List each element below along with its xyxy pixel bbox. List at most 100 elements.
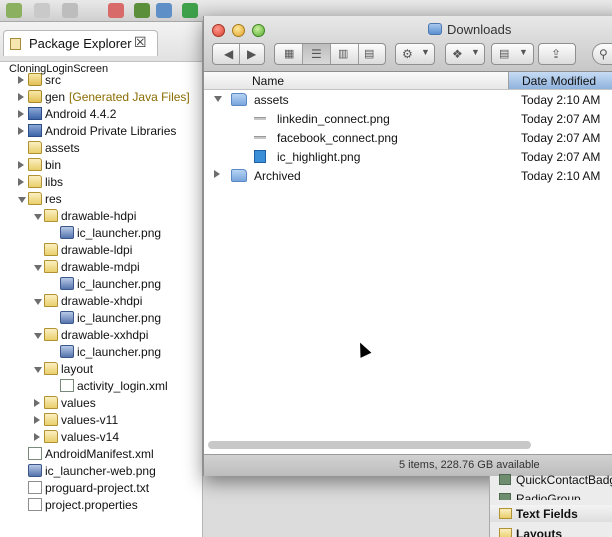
chevron-right-icon[interactable]: [34, 416, 40, 424]
tree-item[interactable]: ic_launcher.png: [0, 225, 203, 242]
tree-item[interactable]: layout: [0, 361, 203, 378]
tree-item[interactable]: ic_launcher.png: [0, 276, 203, 293]
new-icon[interactable]: [6, 3, 22, 18]
tree-item[interactable]: values-v14: [0, 429, 203, 446]
tree-item[interactable]: ic_launcher.png: [0, 344, 203, 361]
tree-item[interactable]: drawable-xxhdpi: [0, 327, 203, 344]
tree-item[interactable]: drawable-ldpi: [0, 242, 203, 259]
minimize-window-icon[interactable]: [232, 24, 245, 37]
tree-item[interactable]: drawable-xhdpi: [0, 293, 203, 310]
tree-item[interactable]: project.properties: [0, 497, 203, 514]
arrange-button[interactable]: ▤ ▼: [491, 43, 534, 65]
chevron-down-icon[interactable]: [18, 197, 26, 203]
horizontal-scrollbar[interactable]: [208, 441, 531, 449]
file-row[interactable]: facebook_connect.png Today 2:07 AM: [204, 128, 612, 147]
tree-item[interactable]: Android 4.4.2: [0, 106, 203, 123]
close-icon[interactable]: ☒: [134, 34, 147, 51]
chevron-down-icon[interactable]: [34, 333, 42, 339]
tree-item[interactable]: drawable-hdpi: [0, 208, 203, 225]
tree-item-label: drawable-mdpi: [61, 260, 140, 274]
zoom-window-icon[interactable]: [252, 24, 265, 37]
tab-package-explorer[interactable]: Package Explorer ☒: [3, 30, 158, 56]
tree-item[interactable]: values: [0, 395, 203, 412]
chevron-down-icon[interactable]: [34, 214, 42, 220]
chevron-right-icon[interactable]: [18, 93, 24, 101]
file-date-modified: Today 2:07 AM: [521, 131, 601, 145]
library-icon: [28, 124, 42, 137]
chevron-right-icon[interactable]: [214, 170, 220, 178]
file-name: assets: [254, 93, 289, 107]
tree-item[interactable]: values-v11: [0, 412, 203, 429]
cover-flow-icon[interactable]: ▤: [364, 47, 374, 60]
tree-item[interactable]: activity_login.xml: [0, 378, 203, 395]
chevron-down-icon[interactable]: [34, 265, 42, 271]
tree-item[interactable]: ic_launcher-web.png: [0, 463, 203, 480]
package-explorer-panel: Package Explorer ☒ CloningLoginScreen sr…: [0, 22, 203, 537]
action-menu-button[interactable]: ⚙ ▼: [395, 43, 435, 65]
tree-item[interactable]: AndroidManifest.xml: [0, 446, 203, 463]
folder-icon: [44, 396, 58, 409]
column-header-date-modified[interactable]: Date Modified: [508, 72, 612, 89]
tree-item-label: ic_launcher.png: [77, 311, 162, 325]
forward-icon[interactable]: ▶: [247, 47, 256, 61]
share-icon[interactable]: ⇪: [551, 47, 561, 61]
column-view-icon[interactable]: ▥: [338, 47, 348, 60]
chevron-right-icon[interactable]: [34, 399, 40, 407]
status-text: 5 items, 228.76 GB available: [399, 459, 540, 471]
tree-item[interactable]: res: [0, 191, 203, 208]
back-icon[interactable]: ◀: [224, 47, 233, 61]
checkbox-icon[interactable]: [182, 3, 198, 18]
file-row[interactable]: linkedin_connect.png Today 2:07 AM: [204, 109, 612, 128]
tree-item[interactable]: assets: [0, 140, 203, 157]
search-field[interactable]: ⚲: [592, 43, 612, 65]
image-file-icon: [60, 311, 74, 324]
arrange-icon[interactable]: ▤: [499, 47, 509, 60]
dropbox-icon[interactable]: ❖: [452, 47, 463, 61]
chevron-right-icon[interactable]: [34, 433, 40, 441]
palette-item-quick-contact-badge[interactable]: QuickContactBadge: [490, 471, 612, 488]
file-row[interactable]: Archived Today 2:10 AM: [204, 166, 612, 185]
tree-item[interactable]: src: [0, 72, 203, 89]
android-sdk-icon[interactable]: [108, 3, 124, 18]
column-header-name[interactable]: Name: [252, 74, 284, 88]
file-row[interactable]: ic_highlight.png Today 2:07 AM: [204, 147, 612, 166]
download-icon[interactable]: [134, 3, 150, 18]
chevron-right-icon[interactable]: [18, 110, 24, 118]
close-window-icon[interactable]: [212, 24, 225, 37]
tree-item[interactable]: libs: [0, 174, 203, 191]
tree-item[interactable]: gen [Generated Java Files]: [0, 89, 203, 106]
tree-item-label: layout: [61, 362, 94, 376]
tree-item[interactable]: proguard-project.txt: [0, 480, 203, 497]
chevron-right-icon[interactable]: [18, 178, 24, 186]
back-forward-buttons[interactable]: ◀ ▶: [212, 43, 265, 65]
package-explorer-icon: [10, 38, 21, 50]
share-button[interactable]: ⇪: [538, 43, 576, 65]
chevron-down-icon[interactable]: [34, 367, 42, 373]
chevron-right-icon[interactable]: [18, 127, 24, 135]
palette-category-text-fields[interactable]: Text Fields: [490, 505, 612, 522]
tree-item[interactable]: ic_launcher.png: [0, 310, 203, 327]
icon-view-icon[interactable]: ▦: [284, 47, 294, 60]
avd-manager-icon[interactable]: [156, 3, 172, 18]
tree-item-label: assets: [45, 141, 80, 155]
file-row[interactable]: assets Today 2:10 AM: [204, 90, 612, 109]
chevron-right-icon[interactable]: [18, 76, 24, 84]
tree-item[interactable]: bin: [0, 157, 203, 174]
save-icon[interactable]: [34, 3, 50, 18]
list-view-icon[interactable]: ☰: [311, 47, 322, 61]
view-mode-buttons[interactable]: ▦ ☰ ▥ ▤: [274, 43, 386, 65]
palette-item-radio-group[interactable]: RadioGroup: [490, 490, 612, 500]
chevron-down-icon[interactable]: [214, 96, 222, 102]
folder-icon: [44, 430, 58, 443]
gear-icon[interactable]: ⚙: [402, 47, 413, 61]
chevron-right-icon[interactable]: [18, 161, 24, 169]
palette-category-layouts[interactable]: Layouts: [490, 525, 612, 537]
tree-item-label: drawable-xxhdpi: [61, 328, 149, 342]
print-icon[interactable]: [62, 3, 78, 18]
tree-item[interactable]: drawable-mdpi: [0, 259, 203, 276]
tree-item[interactable]: Android Private Libraries: [0, 123, 203, 140]
tree-item-label: AndroidManifest.xml: [45, 447, 154, 461]
folder-icon: [231, 169, 247, 182]
chevron-down-icon[interactable]: [34, 299, 42, 305]
dropbox-button[interactable]: ❖ ▼: [445, 43, 485, 65]
